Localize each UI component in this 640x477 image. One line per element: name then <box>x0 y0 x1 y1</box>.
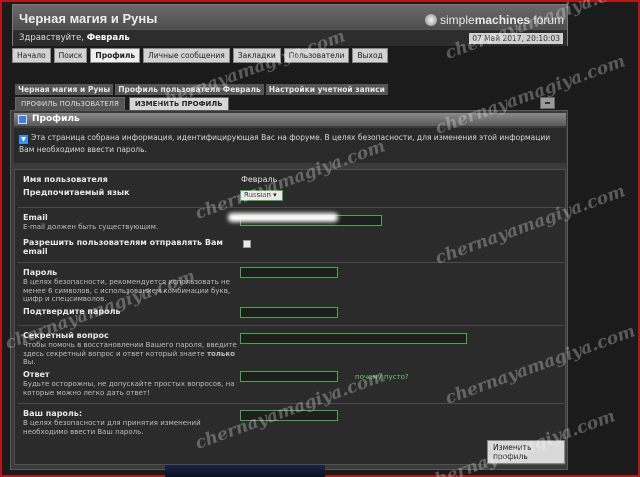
nav-bookmarks[interactable]: Закладки <box>232 48 281 63</box>
secret-question-field[interactable] <box>240 333 467 344</box>
password-hint: В целях безопасности, рекомендуется испо… <box>23 278 231 303</box>
smf-logo-icon <box>425 14 437 26</box>
main-nav: Начало Поиск Профиль Личные сообщения За… <box>12 48 388 63</box>
language-label: Предпочитаемый язык <box>23 188 130 197</box>
nav-messages[interactable]: Личные сообщения <box>143 48 230 63</box>
nav-search[interactable]: Поиск <box>53 48 88 63</box>
section-description: ▼ Эта страница собрана информация, иденти… <box>14 128 566 163</box>
divider <box>18 262 564 263</box>
language-select[interactable]: Russian ▾ <box>240 190 283 201</box>
breadcrumb-forum[interactable]: Черная магия и Руны <box>15 84 114 95</box>
greeting: Здравствуйте, Февраль <box>19 33 130 43</box>
logo-text-machines: machines <box>474 13 531 27</box>
email-label: Email <box>23 213 48 222</box>
answer-hint: Будьте осторожны, не допускайте простых … <box>23 380 235 397</box>
answer-field[interactable] <box>240 371 338 382</box>
divider <box>18 325 564 326</box>
description-text: Эта страница собрана информация, идентиф… <box>19 133 551 154</box>
secret-question-label: Секретный вопрос <box>23 331 109 340</box>
password-field[interactable] <box>240 267 338 278</box>
logo-text-simple: simple <box>440 13 475 27</box>
nav-home[interactable]: Начало <box>12 48 51 63</box>
smf-logo[interactable]: simplemachines forum <box>425 13 564 27</box>
username-value: Февраль <box>241 175 278 184</box>
email-hint: E-mail должен быть существующим. <box>23 223 159 231</box>
allow-email-label: Разрешить пользователям отправлять Вам e… <box>23 238 223 256</box>
divider <box>18 207 564 208</box>
profile-panel: Профиль ▼ Эта страница собрана информация… <box>10 110 568 470</box>
current-password-label: Ваш пароль: <box>23 409 83 418</box>
forum-header: Черная магия и Руны simplemachines forum… <box>12 4 568 46</box>
nav-members[interactable]: Пользователи <box>283 48 350 63</box>
breadcrumb: Черная магия и Руны Профиль пользователя… <box>15 84 388 95</box>
language-value: Russian <box>244 191 271 199</box>
info-icon: ▼ <box>19 135 28 144</box>
secret-hint-text: Чтобы помочь в восстановлении Вашего пар… <box>23 341 237 358</box>
logo-text-forum: forum <box>530 13 565 27</box>
secret-hint-bold: только <box>206 349 235 358</box>
redacted-email <box>228 213 338 222</box>
greeting-user[interactable]: Февраль <box>87 33 130 43</box>
collapse-icon[interactable] <box>540 97 555 109</box>
allow-email-checkbox[interactable] <box>243 240 251 248</box>
current-password-field[interactable] <box>240 410 338 421</box>
why-empty-link[interactable]: почему пусто? <box>355 373 409 381</box>
confirm-password-field[interactable] <box>240 307 338 318</box>
nav-profile[interactable]: Профиль <box>90 48 141 63</box>
confirm-password-label: Подтвердите пароль <box>23 307 121 316</box>
site-title[interactable]: Черная магия и Руны <box>19 11 157 26</box>
breadcrumb-profile[interactable]: Профиль пользователя Февраль <box>115 84 264 95</box>
greeting-prefix: Здравствуйте, <box>19 33 87 43</box>
footer-banner <box>165 465 325 477</box>
answer-label: Ответ <box>23 370 50 379</box>
tab-profile-info[interactable]: ПРОФИЛЬ ПОЛЬЗОВАТЕЛЯ <box>15 97 125 110</box>
nav-logout[interactable]: Выход <box>352 48 388 63</box>
secret-question-hint: Чтобы помочь в восстановлении Вашего пар… <box>23 341 238 367</box>
section-header: Профиль <box>14 113 566 126</box>
datetime: 07 Май 2017, 20:10:03 <box>469 33 563 44</box>
profile-icon <box>18 115 27 124</box>
profile-tabs: ПРОФИЛЬ ПОЛЬЗОВАТЕЛЯ ИЗМЕНИТЬ ПРОФИЛЬ <box>15 97 229 110</box>
secret-hint-end: Вы. <box>23 358 36 366</box>
password-label: Пароль <box>23 268 58 277</box>
divider <box>18 403 564 404</box>
submit-button[interactable]: Изменить профиль <box>487 440 565 464</box>
username-label: Имя пользователя <box>23 175 108 184</box>
tab-edit-profile[interactable]: ИЗМЕНИТЬ ПРОФИЛЬ <box>128 97 229 110</box>
section-title: Профиль <box>32 114 80 124</box>
breadcrumb-account[interactable]: Настройки учетной записи <box>265 84 388 95</box>
user-bar: Здравствуйте, Февраль 07 Май 2017, 20:10… <box>13 29 567 46</box>
current-password-hint: В целях безопасности для принятия измене… <box>23 419 201 436</box>
